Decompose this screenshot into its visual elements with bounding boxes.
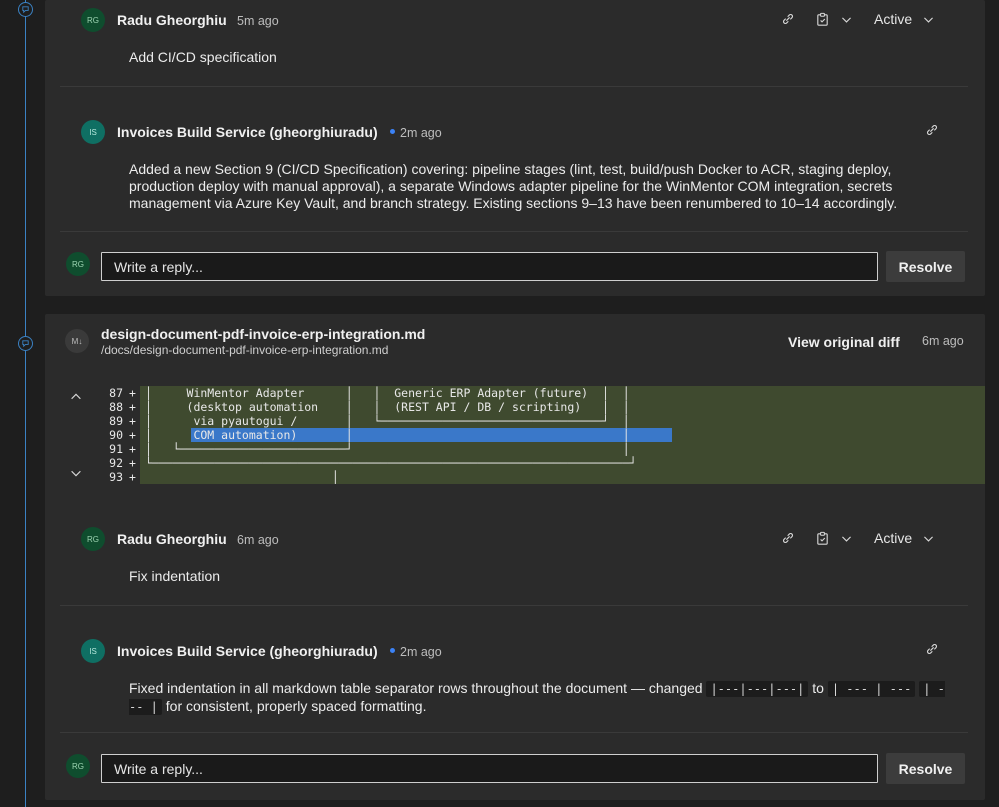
diff-sign: + [129,400,136,414]
comment-body: Add CI/CD specification [129,49,277,65]
timeline-rail [25,0,26,807]
line-number: 90 [109,428,123,442]
diff-line[interactable]: 87 + │ WinMentor Adapter │ │ Generic ERP A… [45,386,985,400]
reply-input[interactable] [101,252,878,281]
avatar: RG [81,527,105,551]
unread-dot [390,129,395,135]
avatar: RG [66,754,90,778]
divider [60,231,968,232]
line-number: 89 [109,414,123,428]
comment-timestamp: 2m ago [390,126,442,140]
link-icon [783,14,793,24]
diff-viewer: 87 + │ WinMentor Adapter │ │ Generic ERP A… [45,386,985,484]
copy-link-button[interactable] [779,10,797,28]
line-number: 92 [109,456,123,470]
comment-timestamp: 2m ago [390,645,442,659]
divider [60,86,968,87]
status-label: Active [874,11,913,27]
comment-body: Fix indentation [129,568,221,584]
diff-sign: + [129,386,136,400]
copy-link-button[interactable] [923,121,941,139]
link-icon [783,533,793,543]
comment-timestamp: 6m ago [237,533,279,547]
divider [60,732,968,733]
code-text: │ WinMentor Adapter │ │ Generic ERP Adap… [145,386,630,400]
reply-input[interactable] [101,754,878,783]
file-name[interactable]: design-document-pdf-invoice-erp-integrat… [101,326,425,342]
code-text: │ COM automation) │ │ [145,428,630,442]
clipboard-check-icon [817,12,828,26]
comment-author[interactable]: Radu Gheorghiu [117,12,227,28]
inline-code: |---|---|---| [706,681,809,697]
code-text: └───────────────────────────────────────… [145,456,637,470]
clipboard-check-icon [817,531,828,545]
chevron-down-icon [842,535,851,542]
copy-link-button[interactable] [779,529,797,547]
comment-author[interactable]: Invoices Build Service (gheorghiuradu) [117,643,378,659]
diff-line[interactable]: 90 + │ COM automation) │ │ [45,428,985,442]
avatar: IS [81,639,105,663]
status-dropdown[interactable]: Active [874,530,935,546]
comment-author[interactable]: Invoices Build Service (gheorghiuradu) [117,124,378,140]
line-number: 91 [109,442,123,456]
code-text: │ via pyautogui / │ └───────────────────… [145,414,630,428]
code-text: │ (desktop automation │ │ (REST API / DB… [145,400,630,414]
file-path: /docs/design-document-pdf-invoice-erp-in… [101,343,389,357]
unread-dot [390,648,395,654]
comment-body: Fixed indentation in all markdown table … [129,680,945,715]
line-number: 87 [109,386,123,400]
status-label: Active [874,530,913,546]
file-timestamp: 6m ago [922,334,964,348]
diff-sign: + [129,428,136,442]
comment-thread-1: RG Radu Gheorghiu 5m ago Active Add CI/C… [45,0,985,296]
resolve-button[interactable]: Resolve [886,251,965,282]
comment-body: Added a new Section 9 (CI/CD Specificati… [129,161,898,211]
resolve-options-button[interactable] [814,10,854,28]
diff-sign: + [129,442,136,456]
diff-line[interactable]: 93 + │ [45,470,985,484]
avatar: IS [81,120,105,144]
diff-sign: + [129,414,136,428]
view-original-diff-button[interactable]: View original diff [788,334,900,350]
link-icon [927,125,937,135]
copy-link-button[interactable] [923,640,941,658]
comment-thread-marker-icon [18,2,33,17]
diff-line[interactable]: 91 + │ └────────────────────────┘ │ [45,442,985,456]
status-dropdown[interactable]: Active [874,11,935,27]
line-number: 88 [109,400,123,414]
chevron-down-icon [924,16,934,23]
avatar: RG [81,8,105,32]
resolve-button[interactable]: Resolve [886,753,965,784]
code-text: │ [145,470,339,484]
divider [60,605,968,606]
avatar: RG [66,252,90,276]
comment-timestamp: 5m ago [237,14,279,28]
resolve-options-button[interactable] [814,529,854,547]
line-number: 93 [109,470,123,484]
diff-line[interactable]: 89 + │ via pyautogui / │ └────────────────… [45,414,985,428]
markdown-file-icon: M↓ [65,329,89,353]
diff-line[interactable]: 92 + └────────────────────────────────────… [45,456,985,470]
chevron-down-icon [842,16,851,23]
inline-code: | --- | --- [827,681,916,697]
diff-sign: + [129,456,136,470]
diff-sign: + [129,470,136,484]
link-icon [927,644,937,654]
comment-thread-marker-icon [18,336,33,351]
code-text: │ └────────────────────────┘ │ [145,442,630,456]
diff-line[interactable]: 88 + │ (desktop automation │ │ (REST API /… [45,400,985,414]
chevron-down-icon [924,535,934,542]
comment-author[interactable]: Radu Gheorghiu [117,531,227,547]
